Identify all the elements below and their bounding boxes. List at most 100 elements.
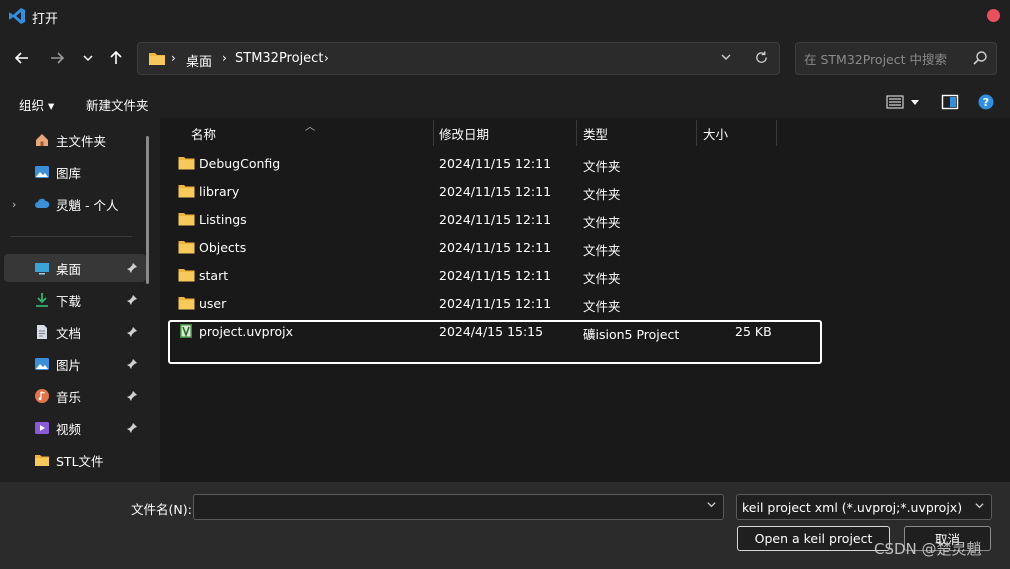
file-name: Listings [199, 212, 247, 227]
file-row[interactable]: Listings 2024/11/15 12:11 文件夹 [160, 206, 1010, 234]
breadcrumb-stm32project[interactable]: STM32Project [235, 51, 323, 66]
file-name: user [199, 296, 227, 311]
chevron-down-icon [721, 54, 731, 60]
filename-label: 文件名(N): [131, 502, 192, 517]
pin-icon[interactable] [126, 390, 138, 402]
up-button[interactable] [104, 46, 128, 70]
help-icon[interactable]: ? [977, 94, 995, 110]
column-header-date[interactable]: 修改日期 [439, 124, 489, 143]
pin-icon[interactable] [126, 358, 138, 370]
pin-icon[interactable] [126, 262, 138, 274]
column-separator[interactable] [776, 120, 777, 146]
filename-combobox[interactable] [193, 494, 724, 520]
search-box[interactable] [795, 42, 997, 75]
folder-icon [178, 269, 195, 282]
file-row[interactable]: library 2024/11/15 12:11 文件夹 [160, 178, 1010, 206]
view-options-chevron-icon[interactable] [910, 94, 920, 110]
file-type: 文件夹 [583, 215, 621, 230]
pin-icon[interactable] [126, 294, 138, 306]
sidebar-item-home[interactable]: 主文件夹 [0, 126, 146, 154]
sidebar-scrollbar[interactable] [146, 136, 149, 284]
file-row[interactable]: user 2024/11/15 12:11 文件夹 [160, 290, 1010, 318]
vscode-app-icon [9, 8, 25, 24]
column-separator[interactable] [696, 120, 697, 146]
refresh-icon [756, 51, 767, 63]
chevron-right-icon[interactable]: › [12, 198, 16, 211]
sidebar-item-videos[interactable]: 视频 [0, 414, 146, 442]
folder-icon [149, 53, 165, 65]
address-history-dropdown[interactable] [720, 51, 732, 66]
folder-icon [178, 241, 195, 254]
sidebar-item-desktop[interactable]: 桌面 [4, 254, 146, 282]
back-button[interactable] [10, 46, 34, 70]
home-icon [36, 134, 48, 146]
open-button[interactable]: Open a keil project [737, 526, 890, 551]
annotation-highlight-box [168, 320, 822, 364]
gallery-icon [35, 166, 49, 178]
document-icon [37, 325, 47, 339]
file-modified-date: 2024/11/15 12:11 [439, 184, 552, 199]
column-separator[interactable] [433, 120, 434, 146]
csdn-watermark: CSDN @楚灵魈 [874, 540, 982, 558]
chevron-down-icon [975, 503, 984, 509]
window-title: 打开 [32, 12, 59, 27]
command-toolbar: 组织 ▾ 新建文件夹 ? [0, 86, 1010, 118]
sidebar-item-downloads[interactable]: 下载 [0, 286, 146, 314]
column-header-type[interactable]: 类型 [583, 124, 608, 143]
file-row[interactable]: start 2024/11/15 12:11 文件夹 [160, 262, 1010, 290]
folder-icon [35, 455, 49, 466]
dialog-footer: 文件名(N): keil project xml (*.uvproj;*.uvp… [0, 482, 1010, 569]
file-type: 文件夹 [583, 187, 621, 202]
close-button[interactable] [987, 9, 1000, 22]
breadcrumb-separator: › [171, 51, 176, 65]
svg-text:?: ? [983, 96, 989, 109]
column-separator[interactable] [576, 120, 577, 146]
sidebar-item-documents[interactable]: 文档 [0, 318, 146, 346]
file-type-select[interactable]: keil project xml (*.uvproj;*.uvprojx) [736, 494, 992, 520]
pin-icon[interactable] [126, 326, 138, 338]
sidebar-item-pictures[interactable]: 图片 [0, 350, 146, 378]
folder-icon [178, 157, 195, 170]
view-list-icon[interactable] [886, 94, 904, 110]
title-bar: 打开 [0, 0, 1010, 32]
filename-input[interactable] [200, 499, 690, 515]
column-header-name[interactable]: 名称 [191, 124, 216, 143]
chevron-down-icon [707, 502, 716, 508]
column-header-size[interactable]: 大小 [703, 124, 728, 143]
file-modified-date: 2024/11/15 12:11 [439, 296, 552, 311]
desktop-icon [35, 263, 49, 275]
file-name: Objects [199, 240, 247, 255]
file-type: 文件夹 [583, 271, 621, 286]
arrow-left-icon [14, 52, 28, 64]
breadcrumb-desktop[interactable]: 桌面 [186, 51, 212, 70]
sidebar-item-music[interactable]: 音乐 [0, 382, 146, 410]
file-type: 文件夹 [583, 159, 621, 174]
file-name: start [199, 268, 229, 283]
recent-locations-button[interactable] [76, 46, 100, 70]
video-icon [35, 422, 49, 434]
cloud-icon [35, 198, 50, 208]
file-modified-date: 2024/11/15 12:11 [439, 268, 552, 283]
sidebar-item-onedrive[interactable]: › 灵魈 - 个人 [0, 190, 146, 218]
preview-pane-icon[interactable] [941, 94, 959, 110]
file-type: 文件夹 [583, 243, 621, 258]
file-modified-date: 2024/11/15 12:11 [439, 212, 552, 227]
search-input[interactable] [804, 50, 964, 68]
pictures-icon [35, 358, 49, 370]
filename-dropdown-button[interactable] [706, 499, 717, 513]
file-row[interactable]: DebugConfig 2024/11/15 12:11 文件夹 [160, 150, 1010, 178]
file-row[interactable]: Objects 2024/11/15 12:11 文件夹 [160, 234, 1010, 262]
pin-icon[interactable] [126, 422, 138, 434]
file-modified-date: 2024/11/15 12:11 [439, 240, 552, 255]
forward-button[interactable] [45, 46, 69, 70]
refresh-button[interactable] [754, 50, 769, 69]
search-icon[interactable] [972, 50, 988, 66]
sidebar-item-stl-files[interactable]: STL文件 [0, 446, 146, 474]
address-bar[interactable]: › 桌面 › STM32Project › [137, 42, 780, 75]
sidebar-item-gallery[interactable]: 图库 [0, 158, 146, 186]
organize-button[interactable]: 组织 ▾ [19, 95, 54, 114]
navigation-pane: 主文件夹 图库 › 灵魈 - 个人 桌面 下载 文档 图片 音乐 视频 STL文… [0, 118, 158, 482]
file-type-dropdown-button[interactable] [974, 500, 985, 514]
download-icon [36, 293, 48, 307]
new-folder-button[interactable]: 新建文件夹 [86, 95, 149, 114]
